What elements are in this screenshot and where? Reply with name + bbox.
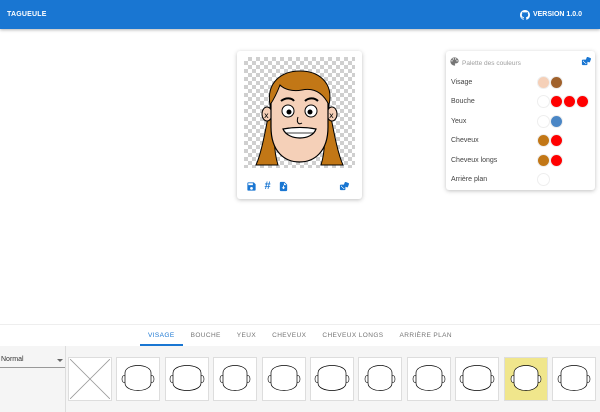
swatch-group <box>537 173 550 186</box>
palette-row: Bouche <box>451 95 592 109</box>
color-swatch[interactable] <box>550 75 563 89</box>
avatar-face-drawing: x x <box>255 70 344 166</box>
chevron-down-icon <box>57 359 63 362</box>
palette-icon <box>449 54 460 72</box>
color-swatch[interactable] <box>550 95 563 108</box>
palette-title: Palette des couleurs <box>462 59 521 67</box>
face-shape-option[interactable] <box>503 357 548 401</box>
face-shape-option[interactable] <box>164 357 209 401</box>
tab-cheveux-longs[interactable]: CHEVEUX LONGS <box>314 325 391 346</box>
dice-icon[interactable] <box>339 181 350 192</box>
face-outline-icon <box>314 365 350 391</box>
tab-cheveux[interactable]: CHEVEUX <box>264 325 314 346</box>
face-outline-icon <box>510 365 541 391</box>
dice-icon[interactable] <box>581 54 592 72</box>
palette-row: Visage <box>451 75 592 89</box>
color-palette-card: Palette des couleurs Visage Bouche Yeux Che… <box>446 51 595 190</box>
color-swatch[interactable] <box>537 173 550 186</box>
save-icon[interactable] <box>246 181 257 192</box>
palette-row-label: Yeux <box>451 117 467 125</box>
face-outline-icon <box>412 365 446 391</box>
app-bar: TAGUEULE VERSION 1.0.0 <box>0 0 600 29</box>
style-select[interactable]: Normal <box>0 354 65 368</box>
color-swatch[interactable] <box>537 153 550 167</box>
face-shape-option[interactable] <box>455 357 500 401</box>
palette-row: Arrière plan <box>451 173 592 187</box>
face-shape-option[interactable] <box>358 357 403 401</box>
category-tabs: VISAGE BOUCHE YEUX CHEVEUX CHEVEUX LONGS ARRI… <box>0 324 600 346</box>
part-selector: Normal <box>0 346 600 412</box>
version-label: VERSION 1.0.0 <box>532 11 582 18</box>
color-swatch[interactable] <box>563 95 576 108</box>
hash-icon[interactable]: # <box>262 180 273 192</box>
download-file-icon[interactable] <box>278 181 289 192</box>
swatch-group <box>537 75 563 89</box>
color-swatch[interactable] <box>537 95 550 108</box>
tab-arri-re-plan[interactable]: ARRIÈRE PLAN <box>392 325 460 346</box>
palette-row-label: Bouche <box>451 98 475 105</box>
swatch-group <box>537 134 563 147</box>
tab-bouche[interactable]: BOUCHE <box>183 325 229 346</box>
face-outline-icon <box>219 365 251 391</box>
face-outline-icon <box>459 365 495 391</box>
empty-cross-icon <box>70 359 110 399</box>
face-shape-option[interactable] <box>116 357 161 401</box>
palette-row-label: Arrière plan <box>451 176 488 183</box>
tab-yeux[interactable]: YEUX <box>229 325 264 346</box>
face-outline-icon <box>557 365 591 391</box>
palette-row: Cheveux longs <box>451 153 592 167</box>
color-swatch[interactable] <box>537 114 550 128</box>
color-swatch[interactable] <box>537 134 550 147</box>
tab-visage[interactable]: VISAGE <box>139 325 183 346</box>
face-outline-icon <box>169 365 205 391</box>
color-swatch[interactable] <box>550 153 563 167</box>
palette-row-label: Cheveux <box>451 137 479 144</box>
swatch-group <box>537 95 589 108</box>
divider <box>65 346 66 412</box>
avatar-canvas: x x <box>244 57 355 168</box>
none-option[interactable] <box>68 357 112 401</box>
svg-text:x: x <box>264 111 269 120</box>
color-swatch[interactable] <box>550 114 563 128</box>
color-swatch[interactable] <box>537 75 550 89</box>
palette-row-label: Cheveux longs <box>451 156 498 164</box>
github-icon <box>519 9 530 20</box>
face-outline-icon <box>122 365 155 391</box>
palette-row: Cheveux <box>451 134 592 148</box>
preview-actions: # <box>246 179 355 193</box>
face-outline-icon <box>365 365 396 391</box>
swatch-group <box>537 114 563 128</box>
style-select-value: Normal <box>1 356 24 363</box>
swatch-group <box>537 153 563 167</box>
face-shape-option[interactable] <box>261 357 306 401</box>
palette-row-label: Visage <box>451 78 473 86</box>
face-outline-icon <box>267 365 300 391</box>
github-version-link[interactable]: VERSION 1.0.0 <box>519 9 582 20</box>
color-swatch[interactable] <box>550 134 563 147</box>
face-shape-option[interactable] <box>213 357 258 401</box>
avatar-preview-card: x x # <box>237 51 362 199</box>
palette-header: Palette des couleurs <box>449 55 592 71</box>
svg-text:x: x <box>329 111 334 120</box>
face-options <box>68 357 600 401</box>
color-swatch[interactable] <box>576 95 589 108</box>
face-shape-option[interactable] <box>309 357 354 401</box>
app-title: TAGUEULE <box>7 11 47 18</box>
face-shape-option[interactable] <box>406 357 451 401</box>
face-shape-option[interactable] <box>551 357 596 401</box>
palette-row: Yeux <box>451 114 592 128</box>
